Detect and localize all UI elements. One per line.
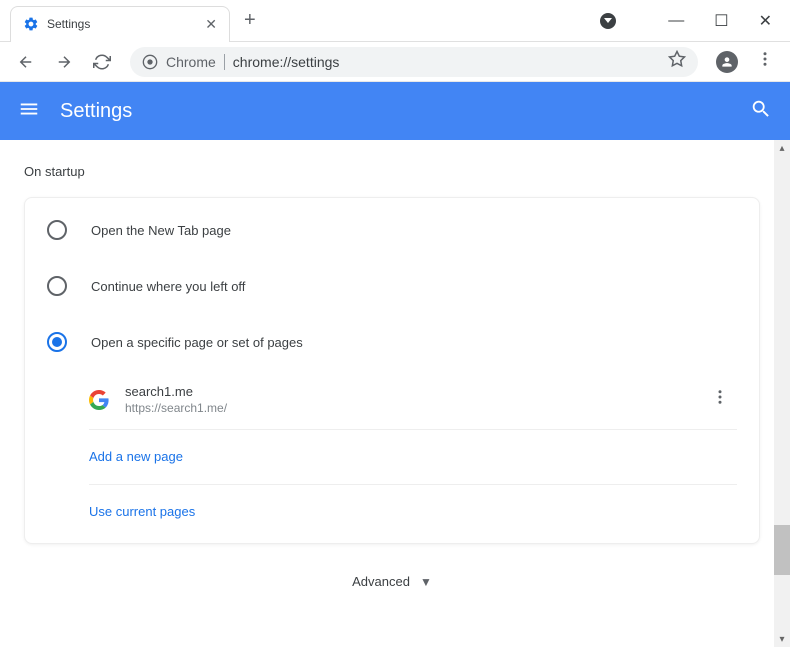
scrollbar-track[interactable]: ▴ ▾ xyxy=(774,140,790,647)
address-url: chrome://settings xyxy=(233,54,660,70)
radio-icon-selected xyxy=(47,332,67,352)
extension-shield-icon[interactable] xyxy=(600,13,616,29)
search-icon[interactable] xyxy=(750,98,772,125)
chrome-security-icon xyxy=(142,54,158,70)
page-title: Settings xyxy=(60,100,730,123)
radio-label: Continue where you left off xyxy=(91,279,245,294)
startup-pages-list: search1.me https://search1.me/ Add a new… xyxy=(89,370,737,539)
page-info: search1.me https://search1.me/ xyxy=(125,384,687,415)
forward-button[interactable] xyxy=(48,46,80,78)
address-divider xyxy=(224,54,225,70)
startup-page-row: search1.me https://search1.me/ xyxy=(89,370,737,430)
radio-icon xyxy=(47,276,67,296)
settings-gear-icon xyxy=(23,16,39,32)
google-favicon-icon xyxy=(89,390,109,410)
scroll-down-icon[interactable]: ▾ xyxy=(774,631,790,647)
radio-label: Open a specific page or set of pages xyxy=(91,335,303,350)
advanced-label: Advanced xyxy=(352,574,410,589)
window-controls: — ☐ ✕ xyxy=(600,11,790,31)
address-prefix: Chrome xyxy=(166,54,216,70)
minimize-button[interactable]: — xyxy=(668,12,684,30)
bookmark-star-icon[interactable] xyxy=(668,50,686,73)
kebab-menu-button[interactable] xyxy=(750,50,780,73)
address-bar: Chrome chrome://settings xyxy=(0,42,790,82)
radio-label: Open the New Tab page xyxy=(91,223,231,238)
advanced-toggle[interactable]: Advanced ▼ xyxy=(24,544,760,607)
browser-tab[interactable]: Settings ✕ xyxy=(10,6,230,42)
maximize-button[interactable]: ☐ xyxy=(714,11,728,31)
settings-header: Settings xyxy=(0,82,790,140)
startup-card: Open the New Tab page Continue where you… xyxy=(24,197,760,544)
radio-icon xyxy=(47,220,67,240)
close-tab-icon[interactable]: ✕ xyxy=(205,16,217,33)
hamburger-menu-icon[interactable] xyxy=(18,98,40,125)
radio-option-specific-pages[interactable]: Open a specific page or set of pages xyxy=(25,314,759,370)
window-title-bar: Settings ✕ + — ☐ ✕ xyxy=(0,0,790,42)
close-window-button[interactable]: ✕ xyxy=(759,11,772,31)
scrollbar-thumb[interactable] xyxy=(774,525,790,575)
section-title: On startup xyxy=(24,164,760,179)
scroll-up-icon[interactable]: ▴ xyxy=(774,140,790,156)
add-page-row[interactable]: Add a new page xyxy=(89,430,737,485)
new-tab-button[interactable]: + xyxy=(244,9,256,32)
use-current-link[interactable]: Use current pages xyxy=(89,504,195,519)
back-button[interactable] xyxy=(10,46,42,78)
page-more-button[interactable] xyxy=(703,388,737,411)
address-input[interactable]: Chrome chrome://settings xyxy=(130,47,698,77)
add-page-link[interactable]: Add a new page xyxy=(89,449,183,464)
page-name: search1.me xyxy=(125,384,687,399)
page-url: https://search1.me/ xyxy=(125,401,687,415)
use-current-row[interactable]: Use current pages xyxy=(89,485,737,539)
tab-title: Settings xyxy=(47,17,197,31)
radio-option-continue[interactable]: Continue where you left off xyxy=(25,258,759,314)
chevron-down-icon: ▼ xyxy=(420,575,432,589)
radio-option-new-tab[interactable]: Open the New Tab page xyxy=(25,202,759,258)
reload-button[interactable] xyxy=(86,46,118,78)
profile-button[interactable] xyxy=(716,51,738,73)
settings-content: On startup Open the New Tab page Continu… xyxy=(0,140,774,647)
